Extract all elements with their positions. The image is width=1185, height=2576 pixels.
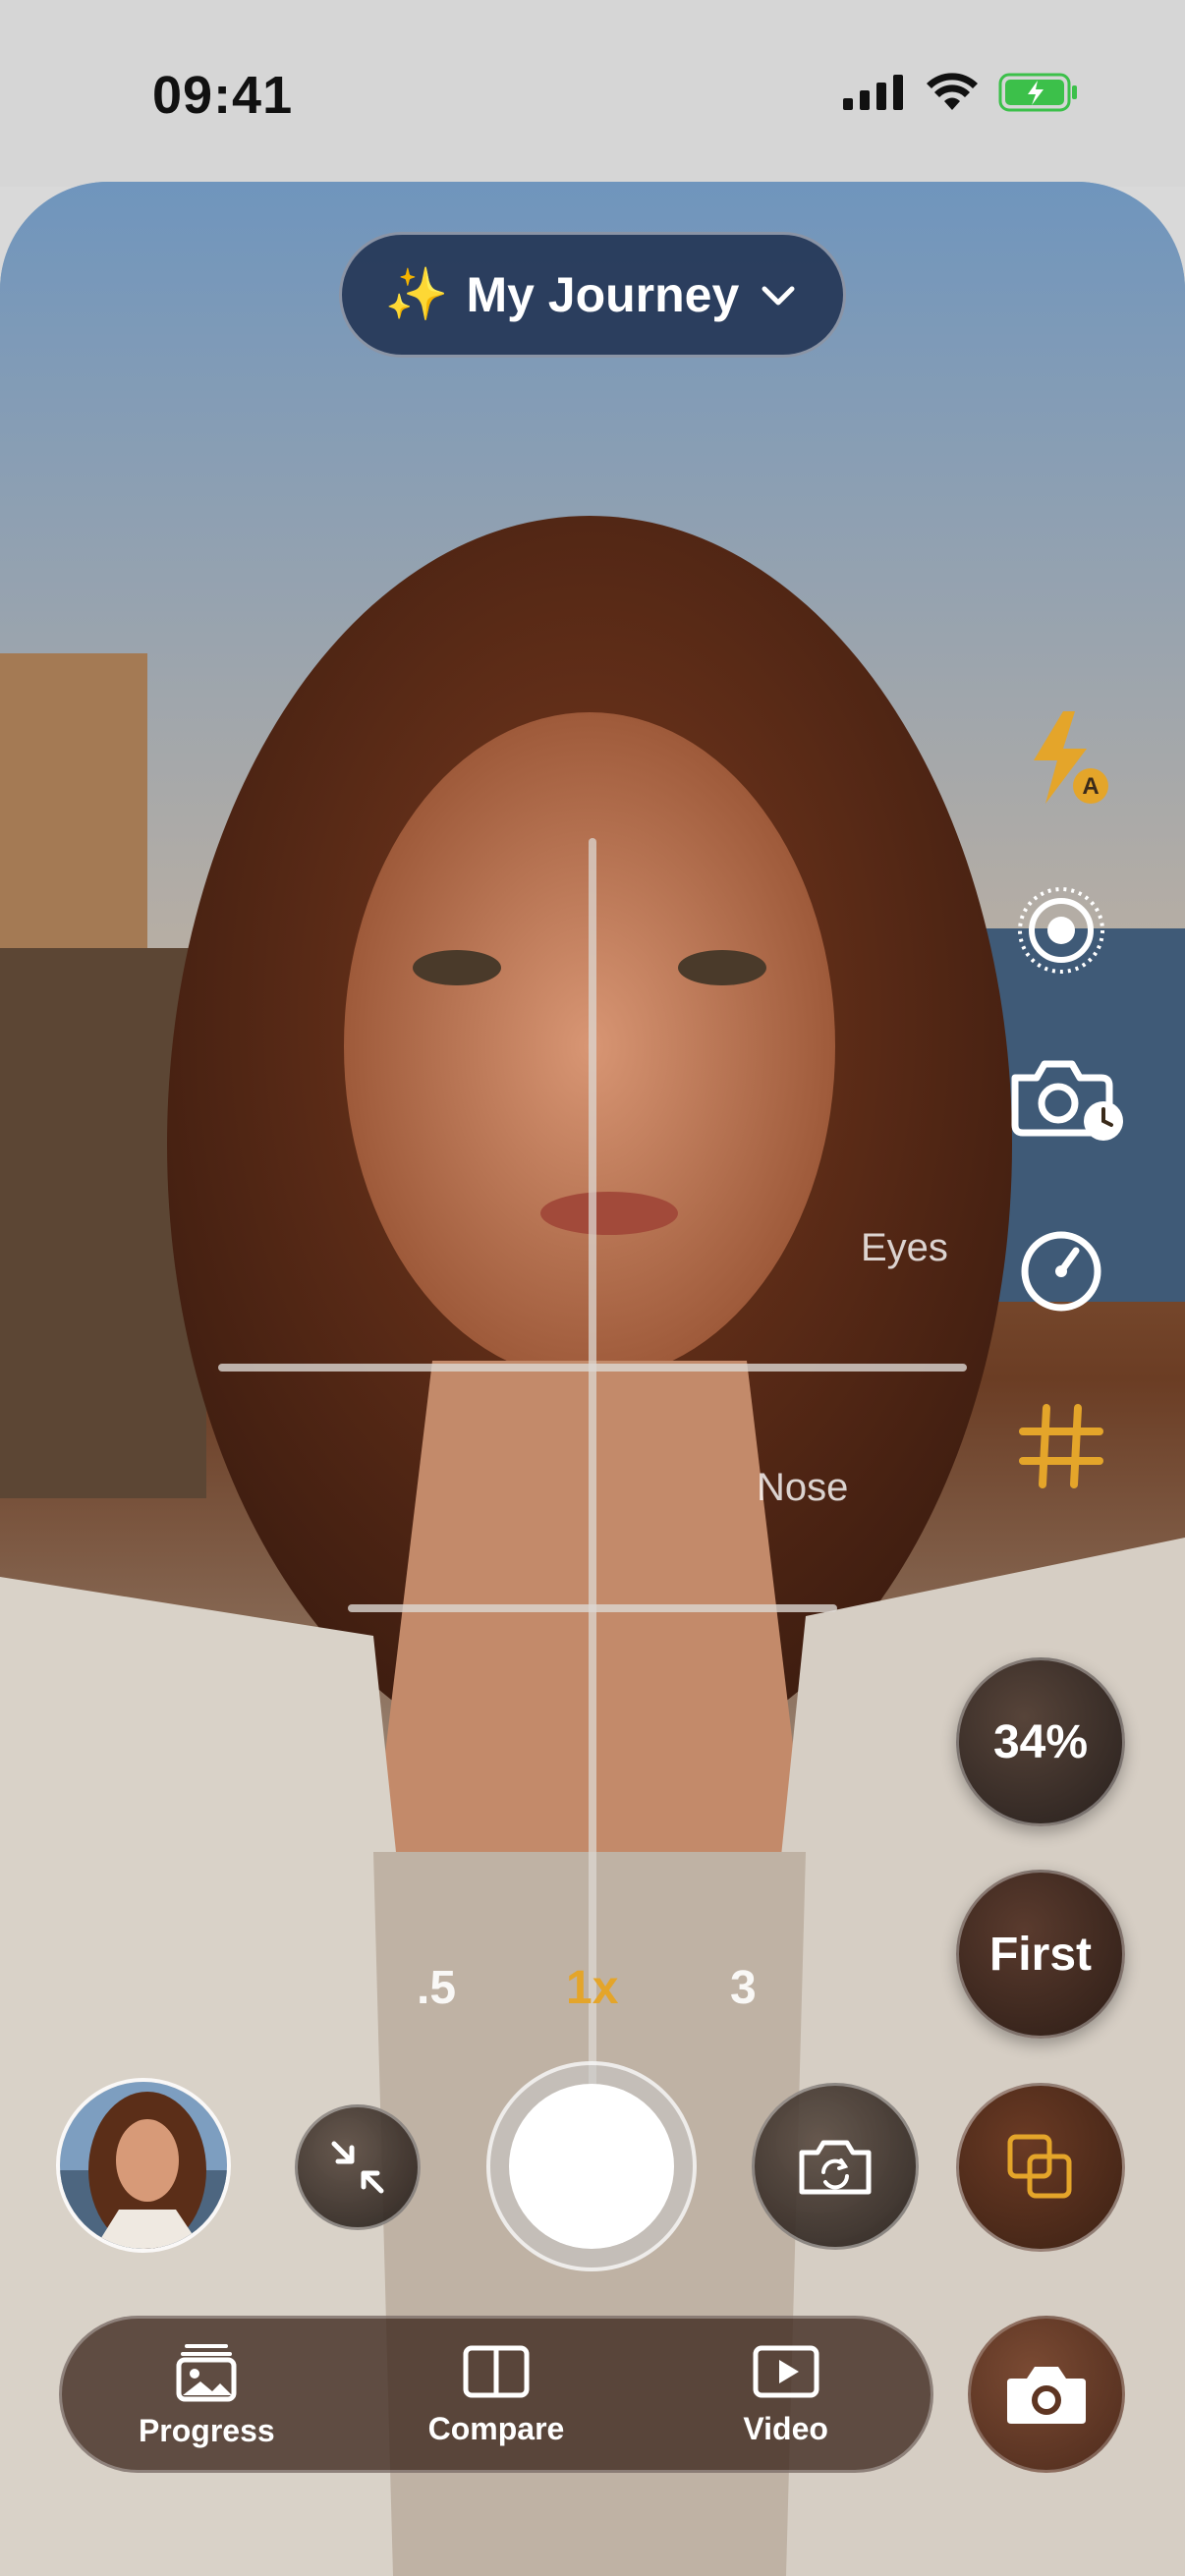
tab-compare[interactable]: Compare <box>388 2342 604 2447</box>
grid-icon <box>1019 1404 1103 1488</box>
thumbnail-image <box>60 2082 227 2249</box>
eyes-guide-line <box>218 1364 967 1372</box>
split-view-icon <box>463 2345 530 2397</box>
photo-stack-icon <box>176 2343 237 2401</box>
collapse-overlay-button[interactable] <box>295 2104 421 2230</box>
chevron-down-icon <box>762 286 795 306</box>
tab-video-label: Video <box>743 2410 828 2446</box>
speed-button[interactable] <box>1012 1222 1110 1320</box>
bottom-tab-bar: Progress Compare Video <box>59 2316 933 2473</box>
svg-text:A: A <box>1082 773 1099 800</box>
overlay-reference-button[interactable]: First <box>956 1870 1125 2039</box>
play-rectangle-icon <box>753 2345 819 2397</box>
journey-selector[interactable]: ✨ My Journey <box>339 232 846 358</box>
status-icons <box>843 73 1079 112</box>
journey-label: My Journey <box>466 267 740 322</box>
battery-charging-icon <box>998 73 1077 112</box>
last-photo-thumbnail[interactable] <box>56 2078 231 2253</box>
overlay-opacity-button[interactable]: 34% <box>956 1657 1125 1826</box>
live-photo-icon <box>1018 887 1104 974</box>
zoom-option-3[interactable]: 3 <box>730 1961 757 2015</box>
shutter-button[interactable] <box>486 2061 697 2271</box>
tab-progress-label: Progress <box>138 2412 275 2448</box>
cellular-signal-icon <box>843 75 903 110</box>
camera-timer-icon <box>1011 1060 1123 1141</box>
grid-toggle-button[interactable] <box>1012 1397 1110 1495</box>
camera-mode-button[interactable] <box>968 2316 1125 2473</box>
live-photo-button[interactable] <box>1012 881 1110 980</box>
flash-auto-icon: A <box>1034 711 1108 804</box>
tab-compare-label: Compare <box>427 2410 565 2446</box>
camera-icon <box>1007 2367 1086 2424</box>
flip-camera-button[interactable] <box>752 2083 919 2250</box>
arrows-inward-icon <box>331 2141 384 2194</box>
nose-guide-line <box>348 1604 837 1612</box>
zoom-option-1x[interactable]: 1x <box>566 1961 618 2015</box>
wifi-icon <box>927 73 978 110</box>
status-time: 09:41 <box>152 66 294 125</box>
speedometer-icon <box>1021 1231 1101 1312</box>
sparkle-icon: ✨ <box>384 266 449 323</box>
overlay-layers-button[interactable] <box>956 2083 1125 2252</box>
status-bar: 09:41 <box>0 0 1185 187</box>
zoom-option-half[interactable]: .5 <box>417 1961 456 2015</box>
camera-rotate-icon <box>799 2140 872 2195</box>
shutter-inner <box>509 2084 674 2249</box>
tab-progress[interactable]: Progress <box>98 2340 314 2449</box>
layers-copy-icon <box>1007 2134 1072 2199</box>
timed-capture-button[interactable] <box>1007 1049 1125 1148</box>
flash-auto-button[interactable]: A <box>1017 709 1115 808</box>
eyes-guide-label: Eyes <box>861 1226 948 1269</box>
nose-guide-label: Nose <box>757 1466 849 1509</box>
tab-video[interactable]: Video <box>678 2342 894 2447</box>
